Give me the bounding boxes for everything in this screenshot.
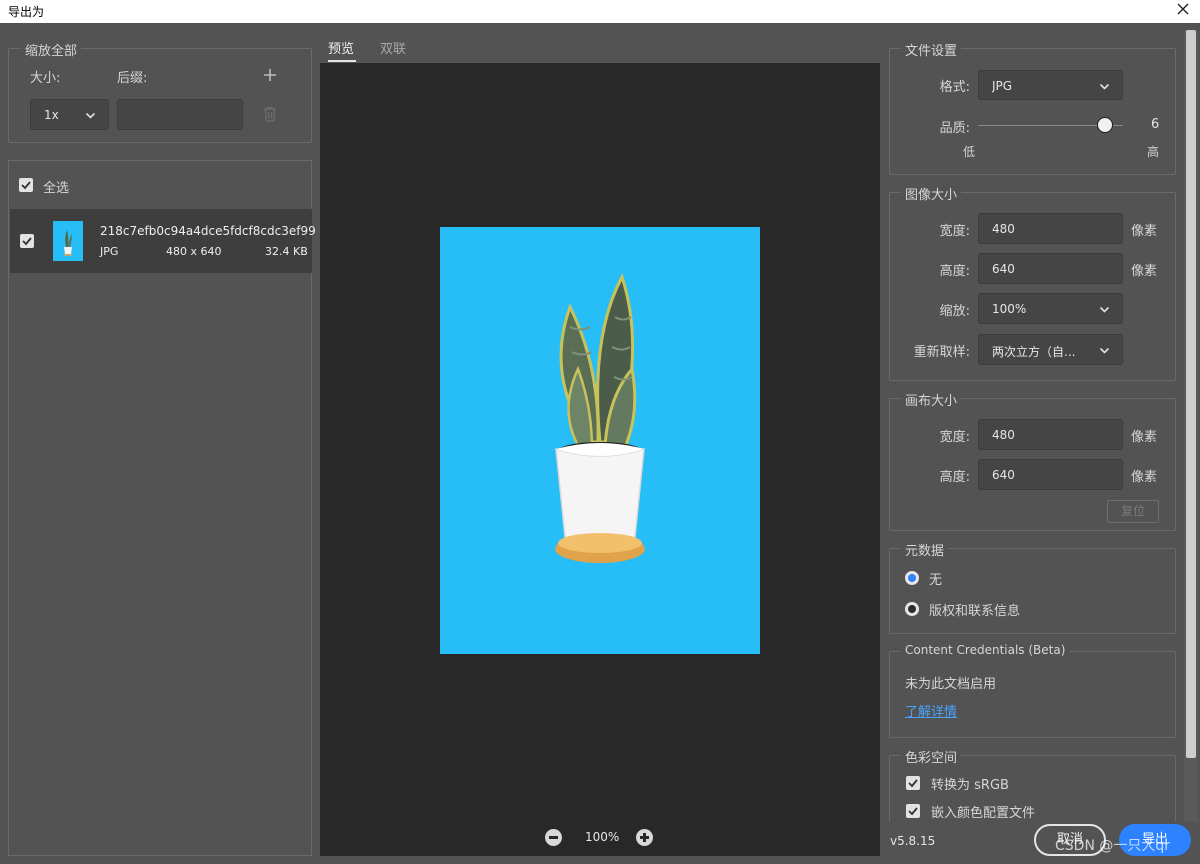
preview-image (440, 227, 760, 654)
tab-preview[interactable]: 预览 (328, 38, 354, 57)
metadata-group (889, 548, 1176, 634)
canvas-height-value: 640 (992, 468, 1015, 482)
canvas-width-unit: 像素 (1131, 430, 1158, 445)
scrollbar-thumb[interactable] (1186, 30, 1196, 758)
version-label: v5.8.15 (890, 834, 936, 848)
format-label: 格式: (939, 80, 970, 95)
chevron-down-icon (1099, 83, 1110, 90)
canvas-height-unit: 像素 (1131, 470, 1158, 485)
zoom-out-icon[interactable] (545, 829, 562, 846)
chevron-down-icon (1099, 347, 1110, 354)
check-icon (21, 181, 31, 190)
chevron-down-icon (1099, 306, 1110, 313)
window-title: 导出为 (8, 5, 45, 19)
metadata-legend: 元数据 (901, 540, 949, 559)
color-space-legend: 色彩空间 (901, 747, 962, 766)
add-scale-icon[interactable] (263, 68, 277, 82)
canvas-width-label: 宽度: (939, 430, 970, 445)
image-size-legend: 图像大小 (901, 184, 962, 203)
check-icon (22, 237, 32, 246)
canvas-width-input[interactable]: 480 (978, 419, 1123, 450)
convert-srgb-checkbox[interactable] (906, 776, 920, 790)
canvas-width-value: 480 (992, 428, 1015, 442)
zoom-level: 100% (585, 830, 620, 844)
image-width-label: 宽度: (939, 224, 970, 239)
convert-srgb-label: 转换为 sRGB (931, 778, 1009, 793)
reset-button[interactable]: 复位 (1107, 500, 1159, 523)
format-select[interactable]: JPG (978, 70, 1123, 100)
image-width-unit: 像素 (1131, 224, 1158, 239)
quality-value: 6 (1151, 117, 1160, 132)
learn-more-link[interactable]: 了解详情 (905, 701, 957, 720)
embed-profile-checkbox[interactable] (906, 804, 920, 818)
image-height-unit: 像素 (1131, 264, 1158, 279)
resample-select[interactable]: 两次立方（自... (978, 334, 1123, 365)
canvas-size-legend: 画布大小 (901, 390, 962, 409)
asset-format: JPG (100, 245, 119, 258)
format-select-value: JPG (992, 79, 1013, 93)
size-label: 大小: (30, 71, 61, 86)
reset-button-label: 复位 (1120, 504, 1145, 518)
title-bar: 导出为 (0, 0, 1200, 23)
image-height-label: 高度: (939, 264, 970, 279)
image-height-input[interactable]: 640 (978, 253, 1123, 284)
select-all-checkbox[interactable] (19, 178, 33, 192)
file-settings-group (889, 48, 1176, 175)
tab-2up[interactable]: 双联 (380, 38, 406, 57)
suffix-input[interactable] (117, 99, 243, 130)
file-settings-legend: 文件设置 (901, 40, 962, 59)
watermark: CSDN @一只大qr (1055, 838, 1171, 854)
metadata-copyright-label: 版权和联系信息 (929, 604, 1021, 619)
trash-icon[interactable] (263, 106, 277, 122)
asset-filesize: 32.4 KB (265, 245, 308, 258)
plant-illustration (555, 273, 645, 563)
size-select[interactable]: 1x (30, 99, 109, 130)
asset-row[interactable]: 218c7efb0c94a4dce5fdcf8cdc3ef99 JPG 480 … (10, 209, 316, 273)
credentials-group (889, 651, 1176, 738)
chevron-down-icon (85, 112, 96, 119)
asset-checkbox[interactable] (20, 234, 34, 248)
tab-preview-underline (328, 60, 356, 62)
metadata-copyright-radio[interactable] (905, 602, 919, 616)
scale-select[interactable]: 100% (978, 293, 1123, 324)
resample-label: 重新取样: (913, 345, 970, 360)
asset-name: 218c7efb0c94a4dce5fdcf8cdc3ef99 (100, 224, 316, 238)
canvas-height-input[interactable]: 640 (978, 459, 1123, 490)
scale-label: 缩放: (939, 304, 970, 319)
credentials-legend: Content Credentials (Beta) (901, 643, 1070, 657)
settings-scrollbar[interactable] (1184, 30, 1198, 858)
credentials-status: 未为此文档启用 (905, 677, 997, 692)
image-height-value: 640 (992, 262, 1015, 276)
check-icon (908, 807, 918, 816)
quality-low-label: 低 (963, 145, 976, 159)
asset-list: 全选 218c7efb0c94a4dce5fdcf8cdc3ef99 JPG 4… (8, 160, 316, 856)
metadata-none-label: 无 (929, 573, 943, 588)
image-width-input[interactable]: 480 (978, 213, 1123, 244)
canvas-height-label: 高度: (939, 470, 970, 485)
suffix-label: 后缀: (117, 71, 148, 86)
quality-label: 品质: (939, 121, 970, 136)
scale-all-legend: 缩放全部 (21, 40, 82, 59)
metadata-none-radio[interactable] (905, 571, 919, 585)
asset-dimensions: 480 x 640 (166, 245, 222, 258)
quality-slider-thumb[interactable] (1096, 117, 1113, 133)
scale-select-value: 100% (992, 302, 1027, 316)
asset-thumbnail (53, 221, 83, 261)
quality-high-label: 高 (1147, 145, 1160, 159)
embed-profile-label: 嵌入颜色配置文件 (931, 806, 1036, 821)
image-width-value: 480 (992, 222, 1015, 236)
select-all-label: 全选 (43, 181, 70, 196)
resample-select-value: 两次立方（自... (992, 345, 1076, 359)
check-icon (908, 779, 918, 788)
zoom-in-icon[interactable] (636, 829, 653, 846)
size-select-value: 1x (44, 108, 59, 122)
close-icon[interactable] (1174, 0, 1192, 18)
